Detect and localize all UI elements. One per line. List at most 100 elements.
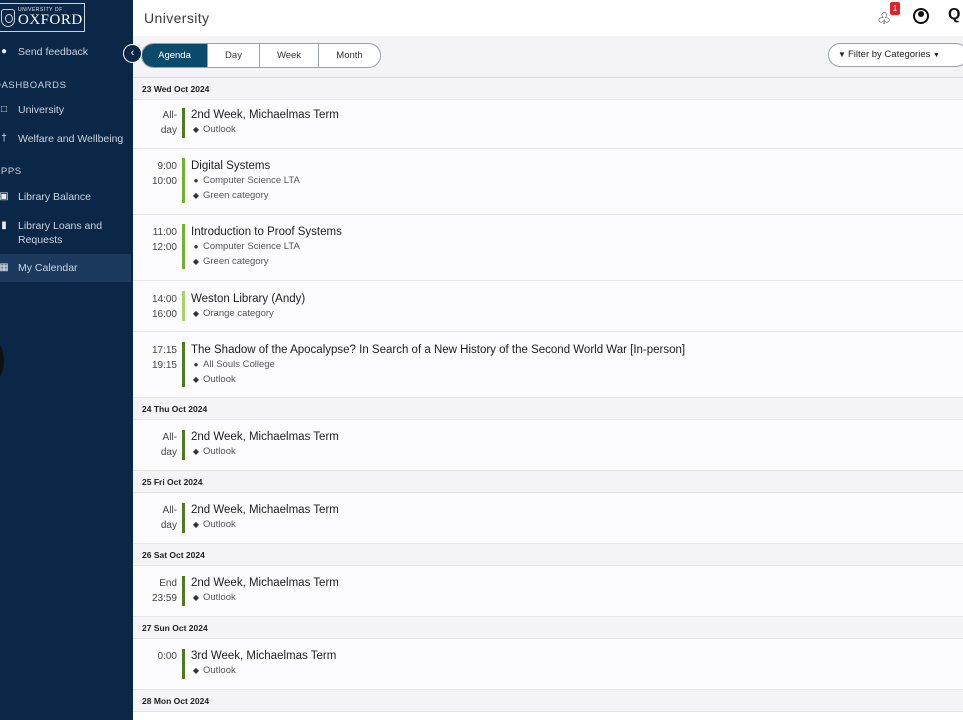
category-bar	[182, 430, 185, 460]
sidebar: UNIVERSITY OF OXFORD ● Send feedback DAS…	[0, 0, 133, 720]
person-icon: †	[1, 133, 7, 144]
tab-week[interactable]: Week	[259, 44, 318, 67]
day-header: 26 Sat Oct 2024	[133, 544, 963, 566]
event-title: 2nd Week, Michaelmas Term	[191, 504, 339, 516]
filter-icon: ▼	[838, 50, 846, 59]
sidebar-item-university[interactable]: □ University	[0, 103, 131, 117]
event-title: 2nd Week, Michaelmas Term	[191, 431, 339, 443]
sidebar-item-label: Library Balance	[18, 191, 91, 203]
agenda-event[interactable]: End 23:59 2nd Week, Michaelmas Term ◆ Out…	[133, 566, 963, 617]
tag-icon: ◆	[192, 309, 200, 318]
filter-categories-button[interactable]: ▼ Filter by Categories ▼	[828, 43, 963, 67]
event-category: Orange category	[203, 308, 274, 319]
tag-icon: ◆	[192, 666, 200, 675]
event-title: 2nd Week, Michaelmas Term	[191, 577, 339, 589]
category-bar	[182, 649, 185, 679]
tab-agenda[interactable]: Agenda	[142, 44, 207, 67]
event-start: All-	[162, 505, 177, 516]
category-bar	[182, 158, 185, 203]
day-header: 27 Sun Oct 2024	[133, 617, 963, 639]
event-category: Outlook	[203, 519, 236, 530]
event-title: Digital Systems	[191, 160, 271, 172]
event-end: day	[160, 124, 177, 136]
tag-icon: ◆	[192, 593, 200, 602]
agenda-event[interactable]: 9:00 10:00 Digital Systems ● Computer Sci…	[133, 149, 963, 215]
agenda-event[interactable]: 0:00 3rd Week, Michaelmas Term ◆ Outlook	[133, 639, 963, 690]
event-start: 14:00	[151, 294, 177, 305]
filter-label: Filter by Categories	[848, 49, 931, 60]
event-end: 16:00	[151, 308, 177, 320]
sidebar-item-label-line2: Requests	[18, 234, 63, 246]
event-category: Outlook	[203, 446, 236, 457]
location-pin-icon: ●	[193, 176, 199, 185]
money-icon: ▣	[0, 191, 9, 202]
sidebar-item-label: University	[18, 104, 65, 116]
sidebar-item-my-calendar[interactable]: ▦ My Calendar	[0, 254, 131, 282]
event-title: Introduction to Proof Systems	[191, 226, 342, 238]
event-start: All-	[162, 110, 177, 121]
tag-icon: ◆	[192, 374, 200, 384]
category-bar	[182, 291, 185, 321]
event-title: The Shadow of the Apocalypse? In Search …	[191, 344, 686, 356]
day-header: 25 Fri Oct 2024	[133, 471, 963, 493]
tag-icon: ◆	[192, 520, 200, 529]
sidebar-item-label: My Calendar	[18, 262, 78, 274]
agenda-event[interactable]: 11:00 12:00 Introduction to Proof System…	[133, 215, 963, 281]
send-feedback-label: Send feedback	[18, 46, 89, 58]
category-bar	[182, 503, 185, 533]
collapse-sidebar-button[interactable]: ‹	[123, 44, 142, 63]
crest-icon	[1, 8, 15, 27]
agenda-event[interactable]: All- day 2nd Week, Michaelmas Term ◆ Outl…	[133, 493, 963, 544]
agenda-event[interactable]: All- day 2nd Week, Michaelmas Term ◆ Outl…	[133, 420, 963, 471]
tag-icon: ◆	[192, 256, 200, 266]
event-title: Weston Library (Andy)	[191, 293, 306, 305]
caret-down-icon: ▼	[933, 52, 940, 59]
sidebar-item-welfare[interactable]: † Welfare and Wellbeing	[0, 132, 131, 146]
page-title: University	[144, 10, 210, 26]
event-title: 3rd Week, Michaelmas Term	[191, 650, 337, 662]
user-icon[interactable]	[913, 8, 929, 24]
event-start: All-	[162, 432, 177, 443]
top-bar: University ♧ 1 Q	[133, 0, 963, 36]
agenda-event[interactable]: 17:15 19:15 The Shadow of the Apocalypse…	[133, 332, 963, 398]
sidebar-item-library-loans[interactable]: ▮ Library Loans and Requests	[0, 219, 131, 247]
view-switcher: Agenda Day Week Month	[141, 43, 381, 68]
event-start: 11:00	[152, 227, 177, 238]
tag-icon: ◆	[192, 447, 200, 456]
event-category: Outlook	[203, 373, 236, 385]
event-end: day	[160, 519, 177, 531]
event-title: 2nd Week, Michaelmas Term	[191, 109, 339, 121]
category-bar	[182, 108, 185, 138]
day-header: 24 Thu Oct 2024	[133, 398, 963, 420]
send-feedback-button[interactable]: ● Send feedback	[0, 45, 131, 59]
event-start: 0:00	[157, 651, 177, 662]
event-location: Computer Science LTA	[203, 241, 300, 252]
event-start: 17:15	[151, 345, 177, 356]
logo-big-text: OXFORD	[18, 11, 83, 28]
event-end: 10:00	[151, 175, 177, 187]
day-header: 23 Wed Oct 2024	[133, 78, 963, 100]
dashboards-heading: DASHBOARDS	[0, 80, 67, 91]
day-header: 28 Mon Oct 2024	[133, 690, 963, 712]
book-icon: ▮	[1, 220, 7, 231]
location-pin-icon: ●	[193, 242, 199, 251]
chat-bubble-icon: ●	[0, 46, 8, 57]
calendar-toolbar: Agenda Day Week Month ▼ Filter by Catego…	[133, 36, 963, 78]
tag-icon: ◆	[192, 125, 200, 134]
oxford-logo[interactable]: UNIVERSITY OF OXFORD	[0, 3, 85, 32]
event-category: Green category	[203, 189, 269, 201]
tab-month[interactable]: Month	[318, 44, 380, 67]
event-location: Computer Science LTA	[203, 175, 300, 186]
event-start: End	[159, 578, 177, 589]
agenda-event[interactable]: 14:00 16:00 Weston Library (Andy) ◆ Orang…	[133, 281, 963, 332]
event-category: Green category	[203, 255, 269, 267]
tab-day[interactable]: Day	[207, 44, 259, 67]
calendar-icon: ▦	[0, 262, 9, 273]
event-location: All Souls College	[203, 359, 275, 370]
event-category: Outlook	[203, 124, 236, 135]
building-icon: □	[0, 104, 8, 115]
category-bar	[182, 342, 185, 387]
agenda-event[interactable]: All- day 2nd Week, Michaelmas Term ◆ Outl…	[133, 100, 963, 149]
search-icon[interactable]: Q	[948, 6, 960, 24]
sidebar-item-library-balance[interactable]: ▣ Library Balance	[0, 190, 131, 204]
